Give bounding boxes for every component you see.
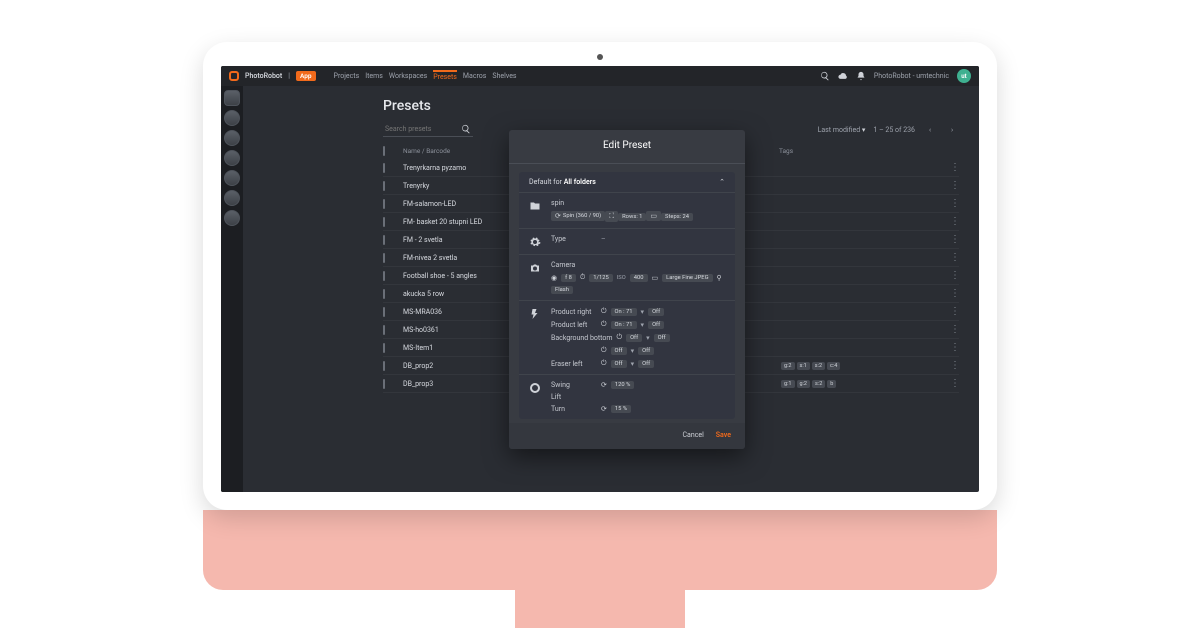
folder-pill[interactable]: Steps: 24 [661,213,693,221]
light-on-value[interactable]: Off [611,360,627,368]
power-icon[interactable]: ⏻ [617,333,623,342]
default-scope-label: Default for All folders [529,178,596,186]
folder-pill[interactable]: Rows: 1 [618,213,646,221]
avatar[interactable]: ut [957,69,971,83]
light-slider-value[interactable]: Off [654,334,670,342]
rail-thumb[interactable] [224,170,240,186]
nav-projects[interactable]: Projects [334,72,360,80]
calendar-icon: ▭ [650,212,657,220]
cancel-button[interactable]: Cancel [682,431,703,439]
rail-thumb[interactable] [224,110,240,126]
power-icon[interactable]: ⏻ [601,346,607,355]
light-on-value[interactable]: On : 71 [611,308,637,316]
image-icon: ▭ [652,274,659,282]
light-slider-value[interactable]: Off [638,347,654,355]
bell-icon[interactable] [856,71,866,81]
search-icon[interactable] [820,71,830,81]
nav-items[interactable]: Items [365,72,383,80]
timer-icon: ⏱ [580,273,585,282]
format-value[interactable]: Large Fine JPEG [662,274,712,282]
app-logo [229,71,239,81]
app-chip[interactable]: App [296,71,316,81]
power-icon[interactable]: ⏻ [601,359,607,368]
brand-name: PhotoRobot [245,72,282,80]
light-slider-value[interactable]: Off [648,308,664,316]
lift-label: Lift [551,393,597,401]
nav-presets[interactable]: Presets [433,70,457,81]
camera-icon [529,262,541,274]
refresh-icon: ⟳ [601,405,607,413]
nav-workspaces[interactable]: Workspaces [389,72,427,80]
power-icon[interactable]: ⏻ [601,307,607,316]
motion-icon [529,382,541,394]
rail-thumb[interactable] [224,210,240,226]
left-rail [221,86,243,492]
aperture-icon: ◉ [551,274,557,282]
folder-icon [529,200,541,212]
chevron-down-icon[interactable]: ▾ [641,308,645,316]
dialog-title: Edit Preset [509,130,745,157]
flash-icon [529,308,541,320]
chevron-up-icon[interactable]: ⌃ [719,178,725,186]
camera-label: Camera [551,261,725,269]
save-button[interactable]: Save [716,431,731,439]
gear-icon [529,236,541,248]
light-slider-value[interactable]: Off [648,321,664,329]
folder-name: spin [551,199,597,207]
folder-pill[interactable]: ▭ [646,211,661,221]
iso-label: ISO [617,275,626,281]
aperture-value[interactable]: f 8 [561,274,576,282]
edit-preset-dialog: Edit Preset Default for All folders [509,130,745,449]
power-icon[interactable]: ⏻ [601,320,607,329]
shutter-value[interactable]: 1/125 [589,274,612,282]
rotate-icon: ⟳ [555,212,561,220]
swing-value[interactable]: 120 % [611,381,634,389]
rail-thumb[interactable] [224,190,240,206]
iso-value[interactable]: 400 [630,274,648,282]
light-slider-value[interactable]: Off [638,360,654,368]
refresh-icon: ⟳ [601,381,607,389]
rail-slot[interactable] [224,90,240,106]
folder-pill[interactable]: ⟳Spin (360 / 90) [551,211,605,221]
rail-thumb[interactable] [224,130,240,146]
chevron-down-icon[interactable]: ▾ [641,321,645,329]
light-channel-name: Product left [551,321,597,329]
account-label[interactable]: PhotoRobot - umtechnic [874,72,949,80]
rail-thumb[interactable] [224,150,240,166]
light-channel-name: Product right [551,308,597,316]
light-on-value[interactable]: Off [611,347,627,355]
trigger-value[interactable]: Flash [551,286,573,294]
light-on-value[interactable]: Off [626,334,642,342]
chevron-down-icon[interactable]: ▾ [631,360,635,368]
turn-value[interactable]: 15 % [611,405,631,413]
type-label: Type [551,235,597,243]
nav-shelves[interactable]: Shelves [492,72,516,80]
link-icon: ⚲ [717,274,722,282]
swing-label: Swing [551,381,597,389]
chevron-down-icon[interactable]: ▾ [646,334,650,342]
light-on-value[interactable]: On : 71 [611,321,637,329]
light-channel-name: Background bottom [551,334,613,342]
light-channel-name: Eraser left [551,360,597,368]
turn-label: Turn [551,405,597,413]
nav-macros[interactable]: Macros [463,72,487,80]
cloud-icon[interactable] [838,71,848,81]
chevron-down-icon[interactable]: ▾ [631,347,635,355]
crop-icon: ⛶ [609,212,614,221]
dash-icon: – [601,235,606,243]
folder-pill[interactable]: ⛶ [605,211,618,222]
